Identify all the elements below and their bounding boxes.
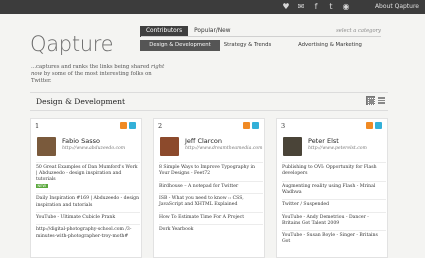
link-list: 50 Great Examples of Dan Mumford's Work … — [36, 162, 140, 243]
rank-number: 3 — [281, 122, 286, 130]
tagline: ...captures and ranks the links being sh… — [31, 64, 166, 86]
social-icons: ♥ ✉ f t ◉ — [281, 2, 351, 12]
contributor-card: 3 Peter Elst http://www.peterelst.com Pu… — [276, 118, 388, 258]
list-item[interactable]: YouTube - Ultimate Cubicle Prank — [36, 211, 140, 224]
twitter-icon[interactable]: t — [326, 2, 336, 12]
tagline-line2: by some of the most interesting — [42, 71, 129, 78]
list-item[interactable]: Twitter / Suspended — [282, 199, 386, 211]
divider — [30, 92, 388, 93]
new-badge: NEW — [36, 183, 48, 189]
link-text[interactable]: 50 Great Examples of Dan Mumford's Work … — [36, 165, 138, 182]
mail-icon[interactable]: ✉ — [296, 2, 306, 12]
heart-icon[interactable]: ♥ — [281, 2, 291, 12]
avatar[interactable] — [37, 137, 56, 156]
list-item[interactable]: YouTube - Andy Demetriou - Dancer - Brit… — [282, 211, 386, 231]
list-item[interactable]: 8 Simple Ways to Improve Typography in Y… — [159, 162, 263, 181]
facebook-icon[interactable]: f — [311, 2, 321, 12]
link-list: Publishing to OVI: Opportunity for Flash… — [282, 162, 386, 249]
list-item[interactable]: How To Estimate Time For A Project — [159, 211, 263, 224]
contributor-name[interactable]: Fabio Sasso — [62, 137, 100, 145]
divider — [30, 110, 388, 111]
list-item[interactable]: Publishing to OVI: Opportunity for Flash… — [282, 162, 386, 181]
contributor-card: 1 Fabio Sasso http://www.abduzeedo.com 5… — [30, 118, 142, 258]
rss-icon[interactable]: ◉ — [341, 2, 351, 12]
top-bar: ♥ ✉ f t ◉ About Qapture — [0, 0, 425, 14]
site-logo[interactable]: Qapture — [30, 32, 114, 56]
list-item[interactable]: Birdhouse – A notepad for Twitter — [159, 180, 263, 193]
tab-design-development[interactable]: Design & Development — [140, 40, 220, 51]
avatar[interactable] — [160, 137, 179, 156]
twitter-icon[interactable] — [129, 122, 136, 129]
category-select[interactable]: select a category — [336, 27, 381, 36]
twitter-icon[interactable] — [375, 122, 382, 129]
tab-advertising-marketing[interactable]: Advertising & Marketing — [275, 40, 385, 51]
list-item[interactable]: Dork Yearbook — [159, 224, 263, 236]
list-view-icon[interactable] — [378, 97, 385, 105]
list-item[interactable]: http://digital-photography-school.com /3… — [36, 224, 140, 243]
list-item[interactable]: ISB - What you need to know :: CSS, Java… — [159, 193, 263, 212]
twitter-icon[interactable] — [252, 122, 259, 129]
contributor-card: 2 Jeff Clarcon http://www.dreamtheamedia… — [153, 118, 265, 258]
category-tabs: Design & Development Strategy & Trends A… — [140, 40, 385, 51]
contributor-name[interactable]: Jeff Clarcon — [185, 137, 222, 145]
contributor-url[interactable]: http://www.dreamtheamedia.com — [185, 146, 263, 151]
contributor-url[interactable]: http://www.abduzeedo.com — [62, 146, 125, 151]
link-list: 8 Simple Ways to Improve Typography in Y… — [159, 162, 263, 237]
rss-icon[interactable] — [243, 122, 250, 129]
rss-icon[interactable] — [366, 122, 373, 129]
list-item[interactable]: 50 Great Examples of Dan Mumford's Work … — [36, 162, 140, 193]
contributor-url[interactable]: http://www.peterelst.com — [308, 146, 367, 151]
tagline-line1: ...captures and ranks the links being sh… — [31, 64, 150, 70]
contributor-name[interactable]: Peter Elst — [308, 137, 339, 145]
about-link[interactable]: About Qapture — [375, 2, 419, 12]
section-title: Design & Development — [36, 97, 126, 106]
rss-icon[interactable] — [120, 122, 127, 129]
list-item[interactable]: Daily Inspiration #169 | Abduzeedo - des… — [36, 193, 140, 212]
rank-number: 2 — [158, 122, 163, 130]
list-item[interactable]: YouTube - Susan Boyle - Singer - Britain… — [282, 230, 386, 249]
avatar[interactable] — [283, 137, 302, 156]
tab-strategy-trends[interactable]: Strategy & Trends — [220, 40, 275, 51]
tabs-divider — [141, 36, 381, 37]
rank-number: 1 — [35, 122, 40, 130]
grid-view-icon[interactable] — [366, 96, 375, 105]
list-item[interactable]: Augmenting reality using Flash - Mrinal … — [282, 180, 386, 200]
